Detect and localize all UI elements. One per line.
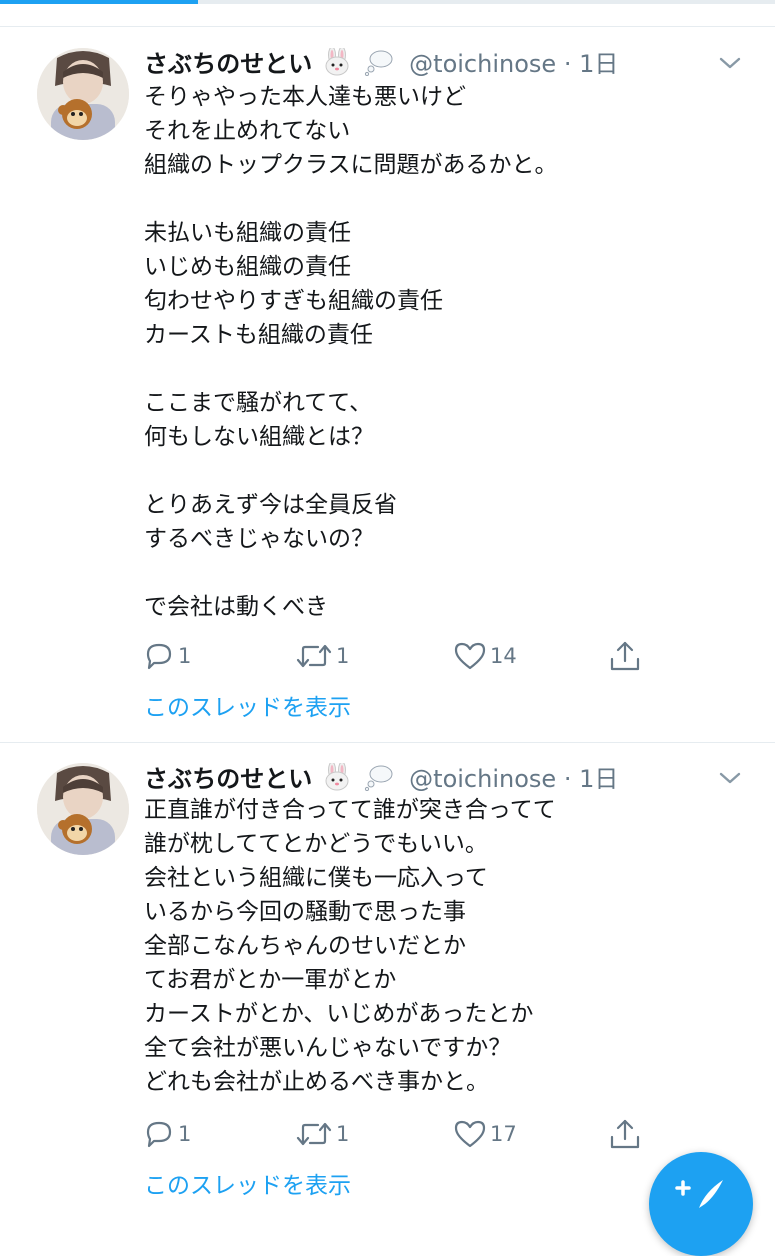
tweet-actions: 1 1 17 — [144, 1114, 745, 1154]
like-button[interactable]: 14 — [454, 636, 517, 676]
display-name[interactable]: さぶちのせとい — [144, 765, 312, 793]
reply-icon — [144, 641, 174, 671]
tweet-1[interactable]: さぶちのせとい @toichinose · 1日 そりゃやった本人達も悪いけど … — [0, 0, 775, 740]
thought-balloon-icon — [364, 48, 394, 82]
retweet-button[interactable]: 1 — [296, 636, 349, 676]
show-thread-link[interactable]: このスレッドを表示 — [144, 688, 351, 722]
rabbit-face-icon — [322, 761, 352, 797]
compose-tweet-button[interactable] — [649, 1152, 753, 1256]
like-count: 17 — [490, 1122, 517, 1146]
user-handle[interactable]: @toichinose — [409, 765, 556, 793]
thought-balloon-icon — [364, 763, 394, 797]
chevron-down-icon[interactable] — [715, 48, 745, 78]
rabbit-face-icon — [322, 46, 352, 82]
tweet-actions: 1 1 14 — [144, 636, 745, 676]
tweet-text: そりゃやった本人達も悪いけど それを止めれてない 組織のトップクラスに問題がある… — [144, 84, 558, 620]
timestamp[interactable]: 1日 — [579, 50, 618, 78]
reply-count: 1 — [178, 644, 192, 668]
retweet-button[interactable]: 1 — [296, 1114, 349, 1154]
separator-dot: · — [563, 765, 572, 793]
avatar[interactable] — [37, 763, 129, 855]
like-icon — [454, 1119, 486, 1149]
chevron-down-icon[interactable] — [715, 763, 745, 793]
tweet-text: 正直誰が付き合ってて誰が突き合ってて 誰が枕しててとかどうでもいい。 会社という… — [144, 797, 556, 1095]
like-button[interactable]: 17 — [454, 1114, 517, 1154]
share-button[interactable] — [608, 636, 642, 676]
timestamp[interactable]: 1日 — [579, 765, 618, 793]
retweet-count: 1 — [336, 644, 350, 668]
reply-count: 1 — [178, 1122, 192, 1146]
reply-button[interactable]: 1 — [144, 1114, 191, 1154]
tweet-2[interactable]: さぶちのせとい @toichinose · 1日 正直誰が付き合ってて誰が突き合… — [0, 743, 775, 1200]
user-handle[interactable]: @toichinose — [409, 50, 556, 78]
reply-button[interactable]: 1 — [144, 636, 191, 676]
share-icon — [608, 639, 642, 673]
tweet-header: さぶちのせとい @toichinose · 1日 — [144, 44, 745, 80]
avatar[interactable] — [37, 48, 129, 140]
display-name[interactable]: さぶちのせとい — [144, 50, 312, 78]
like-icon — [454, 641, 486, 671]
share-button[interactable] — [608, 1114, 642, 1154]
retweet-count: 1 — [336, 1122, 350, 1146]
compose-tweet-icon — [675, 1180, 723, 1208]
show-thread-link[interactable]: このスレッドを表示 — [144, 1166, 351, 1200]
retweet-icon — [296, 1119, 332, 1149]
reply-icon — [144, 1119, 174, 1149]
tweet-header: さぶちのせとい @toichinose · 1日 — [144, 759, 745, 795]
separator-dot: · — [563, 50, 572, 78]
like-count: 14 — [490, 644, 517, 668]
retweet-icon — [296, 641, 332, 671]
share-icon — [608, 1117, 642, 1151]
